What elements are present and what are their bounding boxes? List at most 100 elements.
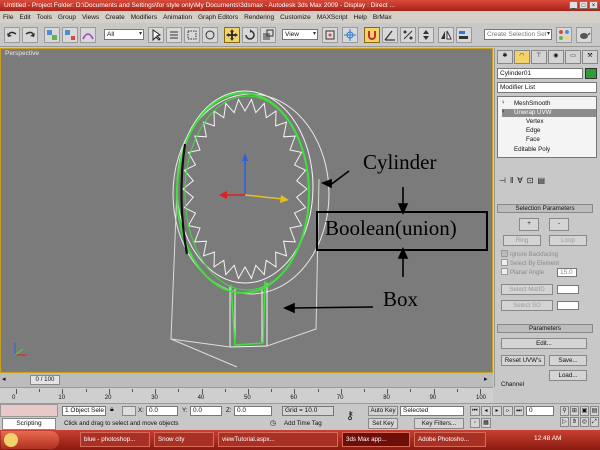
stack-item-unwrap-uvw[interactable]: Unwrap UVW: [502, 109, 596, 117]
orbit-icon[interactable]: ◎: [580, 417, 589, 427]
key-mode-dropdown[interactable]: Selected: [400, 406, 464, 416]
maximize-viewport-icon[interactable]: ⤢: [590, 417, 599, 427]
create-tab-icon[interactable]: ✱: [497, 50, 513, 64]
maximize-icon[interactable]: □: [579, 1, 588, 9]
selection-filter-dropdown[interactable]: All: [104, 29, 144, 40]
menu-modifiers[interactable]: Modifiers: [131, 14, 157, 21]
modifier-list-dropdown[interactable]: Modifier List: [497, 82, 597, 93]
select-by-name-button[interactable]: [166, 27, 182, 43]
time-config-icon[interactable]: ▦: [481, 418, 491, 428]
add-time-tag-button[interactable]: Add Time Tag: [284, 419, 322, 428]
lock-selection-icon[interactable]: 🔒︎: [110, 406, 114, 414]
menu-maxscript[interactable]: MAXScript: [317, 14, 348, 21]
track-bar[interactable]: 0 10 20 30 40 50 60 70 80 90 100: [0, 387, 493, 403]
maxscript-listener-area[interactable]: [0, 404, 58, 417]
menu-file[interactable]: File: [3, 14, 13, 21]
menu-graph-editors[interactable]: Graph Editors: [198, 14, 238, 21]
select-and-scale-button[interactable]: [260, 27, 276, 43]
go-to-start-icon[interactable]: ⏮: [470, 406, 480, 416]
show-end-result-icon[interactable]: ‖: [510, 176, 513, 185]
save-button[interactable]: Save...: [549, 355, 587, 366]
taskbar-item[interactable]: Adobe Photosho...: [414, 432, 486, 447]
menu-create[interactable]: Create: [105, 14, 125, 21]
angle-snap-button[interactable]: [382, 27, 398, 43]
undo-button[interactable]: [4, 27, 20, 43]
key-mode-toggle-icon[interactable]: ◦: [470, 418, 480, 428]
set-key-button[interactable]: Set Key: [368, 418, 398, 429]
window-crossing-button[interactable]: [202, 27, 218, 43]
x-coordinate-field[interactable]: 0.0: [146, 406, 178, 416]
play-icon[interactable]: ▸: [492, 406, 502, 416]
align-button[interactable]: [456, 27, 472, 43]
select-and-move-button[interactable]: [224, 27, 240, 43]
zoom-all-icon[interactable]: ⊞: [570, 406, 579, 416]
remove-modifier-icon[interactable]: ⊡: [527, 176, 534, 185]
next-key-icon[interactable]: ▹: [503, 406, 513, 416]
menu-customize[interactable]: Customize: [280, 14, 311, 21]
zoom-icon[interactable]: ⚲: [560, 406, 569, 416]
ignore-backfacing-checkbox[interactable]: Ignore Backfacing: [501, 250, 558, 259]
shrink-selection-button[interactable]: -: [549, 218, 569, 231]
make-unique-icon[interactable]: ∀: [517, 176, 522, 185]
motion-tab-icon[interactable]: ◉: [548, 50, 564, 64]
select-and-rotate-button[interactable]: [242, 27, 258, 43]
menu-animation[interactable]: Animation: [163, 14, 192, 21]
select-matid-button[interactable]: Select MatID: [501, 284, 553, 295]
spinner-snap-button[interactable]: [418, 27, 434, 43]
perspective-viewport[interactable]: Perspective Cylinder Boolean(union) Box: [0, 48, 493, 373]
time-slider-thumb[interactable]: 0 / 100: [30, 375, 60, 385]
parameters-rollout[interactable]: Parameters: [497, 324, 593, 333]
planar-angle-checkbox[interactable]: Planar Angle: [501, 268, 544, 277]
close-icon[interactable]: ×: [589, 1, 598, 9]
lightbulb-icon[interactable]: ♀: [501, 109, 506, 115]
field-of-view-icon[interactable]: ▷: [560, 417, 569, 427]
minimize-icon[interactable]: _: [569, 1, 578, 9]
menu-views[interactable]: Views: [82, 14, 99, 21]
bind-space-warp-button[interactable]: [80, 27, 96, 43]
grow-selection-button[interactable]: +: [519, 218, 539, 231]
render-button[interactable]: [576, 27, 592, 43]
mirror-button[interactable]: [438, 27, 454, 43]
stack-item-meshsmooth[interactable]: MeshSmooth: [502, 100, 596, 108]
scripting-field[interactable]: Scripting: [2, 418, 56, 430]
key-icon[interactable]: ⚷: [346, 409, 354, 422]
key-filters-button[interactable]: Key Filters...: [414, 418, 464, 429]
zoom-extents-icon[interactable]: ▣: [580, 406, 589, 416]
stack-item-editable-poly[interactable]: Editable Poly: [502, 146, 596, 154]
unlink-button[interactable]: [62, 27, 78, 43]
previous-key-icon[interactable]: ◂: [481, 406, 491, 416]
current-frame-field[interactable]: 0: [526, 406, 554, 416]
go-to-end-icon[interactable]: ⏭: [514, 406, 524, 416]
load-button[interactable]: Load...: [549, 370, 587, 381]
menu-tools[interactable]: Tools: [37, 14, 52, 21]
named-selection-dropdown[interactable]: Create Selection Set: [484, 29, 552, 40]
menu-rendering[interactable]: Rendering: [244, 14, 274, 21]
loop-button[interactable]: Loop: [549, 235, 587, 246]
pivot-center-button[interactable]: [322, 27, 338, 43]
edit-button[interactable]: Edit...: [501, 338, 587, 349]
display-tab-icon[interactable]: ▭: [565, 50, 581, 64]
planar-angle-field[interactable]: 15.0: [557, 268, 577, 277]
pan-icon[interactable]: ✋︎: [570, 417, 579, 427]
object-name-field[interactable]: Cylinder01: [497, 68, 583, 79]
select-sg-button[interactable]: Select SG: [501, 300, 553, 311]
sg-field[interactable]: [557, 301, 579, 310]
previous-frame-icon[interactable]: ◂: [2, 375, 6, 383]
menu-edit[interactable]: Edit: [19, 14, 30, 21]
ring-button[interactable]: Ring: [503, 235, 541, 246]
matid-field[interactable]: [557, 285, 579, 294]
modify-tab-icon[interactable]: ◠: [514, 50, 530, 64]
select-and-link-button[interactable]: [44, 27, 60, 43]
menu-group[interactable]: Group: [58, 14, 76, 21]
stack-item-face[interactable]: Face: [502, 136, 596, 144]
utilities-tab-icon[interactable]: ⚒: [582, 50, 598, 64]
z-coordinate-field[interactable]: 0.0: [234, 406, 272, 416]
time-slider[interactable]: 0 / 100 ◂ ▸: [0, 373, 493, 387]
selection-parameters-rollout[interactable]: Selection Parameters: [497, 204, 593, 213]
auto-key-button[interactable]: Auto Key: [368, 406, 398, 416]
select-by-element-checkbox[interactable]: Select By Element: [501, 259, 559, 268]
taskbar-item[interactable]: Snow city: [154, 432, 214, 447]
taskbar-item[interactable]: blue - photoshop...: [80, 432, 150, 447]
reset-uvws-button[interactable]: Reset UVW's: [501, 355, 545, 366]
configure-sets-icon[interactable]: ▤: [537, 176, 545, 185]
